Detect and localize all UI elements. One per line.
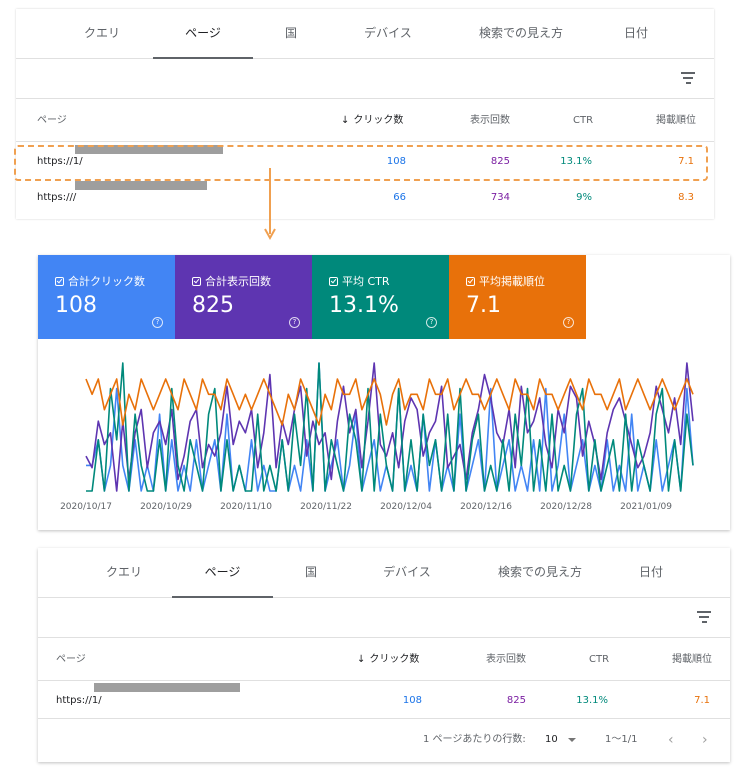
tab-device[interactable]: デバイス: [346, 9, 430, 59]
x-tick-label: 2020/12/04: [380, 502, 432, 512]
x-tick-label: 2020/12/28: [540, 502, 592, 512]
header-impressions[interactable]: 表示回数: [470, 100, 510, 142]
x-tick-label: 2020/11/22: [300, 502, 352, 512]
table-header: ページ ↓ クリック数 表示回数 CTR 掲載順位: [16, 100, 714, 142]
performance-line-chart: 2020/10/17 2020/10/29 2020/11/10 2020/11/22…: [60, 362, 694, 512]
header-clicks[interactable]: ↓ クリック数: [357, 639, 419, 681]
filter-icon[interactable]: [696, 611, 712, 623]
x-tick-label: 2020/12/16: [460, 502, 512, 512]
tab-date[interactable]: 日付: [616, 548, 686, 598]
redacted-url: [93, 683, 240, 692]
x-tick-label: 2020/10/17: [60, 502, 112, 512]
tab-date[interactable]: 日付: [601, 9, 671, 59]
rows-per-page-select[interactable]: 10: [545, 720, 558, 760]
x-tick-label: 2020/11/10: [220, 502, 272, 512]
tab-page[interactable]: ページ: [172, 548, 273, 598]
x-tick-label: 2021/01/09: [620, 502, 672, 512]
header-position[interactable]: 掲載順位: [656, 100, 696, 142]
cell-impressions: 734: [490, 192, 510, 203]
filter-icon[interactable]: [680, 72, 696, 84]
x-tick-label: 2020/10/29: [140, 502, 192, 512]
series-line-2: [85, 362, 694, 492]
filter-bar: [16, 59, 714, 99]
header-clicks[interactable]: ↓ クリック数: [341, 100, 403, 142]
help-icon[interactable]: ?: [563, 317, 574, 328]
tab-device[interactable]: デバイス: [365, 548, 449, 598]
checkbox-icon: [329, 277, 338, 286]
tab-query[interactable]: クエリ: [78, 548, 170, 598]
checkbox-icon: [55, 277, 64, 286]
top-report-panel: クエリ ページ 国 デバイス 検索での見え方 日付 ページ ↓ クリック数 表示回…: [16, 9, 714, 219]
header-page[interactable]: ページ: [37, 100, 67, 142]
tab-country[interactable]: 国: [261, 9, 321, 59]
card-value: 825: [192, 293, 234, 318]
filter-bar: [38, 598, 730, 638]
metric-card-position[interactable]: 平均掲載順位 7.1 ?: [449, 255, 586, 339]
tab-search-appearance[interactable]: 検索での見え方: [480, 548, 600, 598]
cell-clicks: 108: [402, 695, 422, 706]
table-header: ページ ↓ クリック数 表示回数 CTR 掲載順位: [38, 639, 730, 681]
metric-card-ctr[interactable]: 平均 CTR 13.1% ?: [312, 255, 449, 339]
sort-arrow-icon: ↓: [341, 115, 350, 126]
help-icon[interactable]: ?: [289, 317, 300, 328]
metric-card-clicks[interactable]: 合計クリック数 108 ?: [38, 255, 175, 339]
redacted-url: [74, 181, 207, 190]
card-label: 合計表示回数: [205, 275, 271, 288]
cell-ctr: 13.1%: [576, 695, 608, 706]
checkbox-icon: [192, 277, 201, 286]
bottom-report-panel: クエリ ページ 国 デバイス 検索での見え方 日付 ページ ↓ クリック数 表示回…: [38, 548, 730, 762]
next-page-icon[interactable]: ›: [702, 720, 708, 760]
cell-position: 8.3: [678, 192, 694, 203]
pagination-bar: 1 ページあたりの行数: 10 1〜1/1 ‹ ›: [38, 720, 730, 760]
tab-bar: クエリ ページ 国 デバイス 検索での見え方 日付: [38, 548, 730, 598]
tab-query[interactable]: クエリ: [56, 9, 148, 59]
prev-page-icon[interactable]: ‹: [668, 720, 674, 760]
card-value: 7.1: [466, 293, 501, 318]
chevron-down-icon[interactable]: [568, 738, 576, 742]
tab-country[interactable]: 国: [281, 548, 341, 598]
header-page[interactable]: ページ: [56, 639, 86, 681]
cell-position: 7.1: [694, 695, 710, 706]
tab-page[interactable]: ページ: [153, 9, 253, 59]
rows-per-page-label: 1 ページあたりの行数:: [423, 734, 526, 745]
down-arrow-icon: [264, 168, 276, 241]
card-label: 平均 CTR: [342, 275, 390, 288]
series-line-4: [85, 378, 694, 426]
sort-arrow-icon: ↓: [357, 654, 366, 665]
page-url[interactable]: https:///: [37, 181, 207, 215]
page-range: 1〜1/1: [605, 734, 638, 745]
card-label: 合計クリック数: [68, 275, 145, 288]
table-row[interactable]: https:/// 66 734 9% 8.3: [16, 181, 714, 215]
highlight-box: [14, 145, 708, 181]
checkbox-icon: [466, 277, 475, 286]
header-ctr[interactable]: CTR: [589, 639, 609, 681]
card-value: 108: [55, 293, 97, 318]
header-ctr[interactable]: CTR: [573, 100, 593, 142]
help-icon[interactable]: ?: [426, 317, 437, 328]
card-label: 平均掲載順位: [479, 275, 545, 288]
table-row[interactable]: https://1/ 108 825 13.1% 7.1: [38, 683, 730, 719]
header-impressions[interactable]: 表示回数: [486, 639, 526, 681]
metric-card-impressions[interactable]: 合計表示回数 825 ?: [175, 255, 312, 339]
cell-ctr: 9%: [576, 192, 592, 203]
header-position[interactable]: 掲載順位: [672, 639, 712, 681]
page-url[interactable]: https://1/: [56, 683, 240, 719]
help-icon[interactable]: ?: [152, 317, 163, 328]
card-value: 13.1%: [329, 293, 399, 318]
cell-clicks: 66: [393, 192, 406, 203]
tab-search-appearance[interactable]: 検索での見え方: [461, 9, 581, 59]
cell-impressions: 825: [506, 695, 526, 706]
tab-bar: クエリ ページ 国 デバイス 検索での見え方 日付: [16, 9, 714, 59]
